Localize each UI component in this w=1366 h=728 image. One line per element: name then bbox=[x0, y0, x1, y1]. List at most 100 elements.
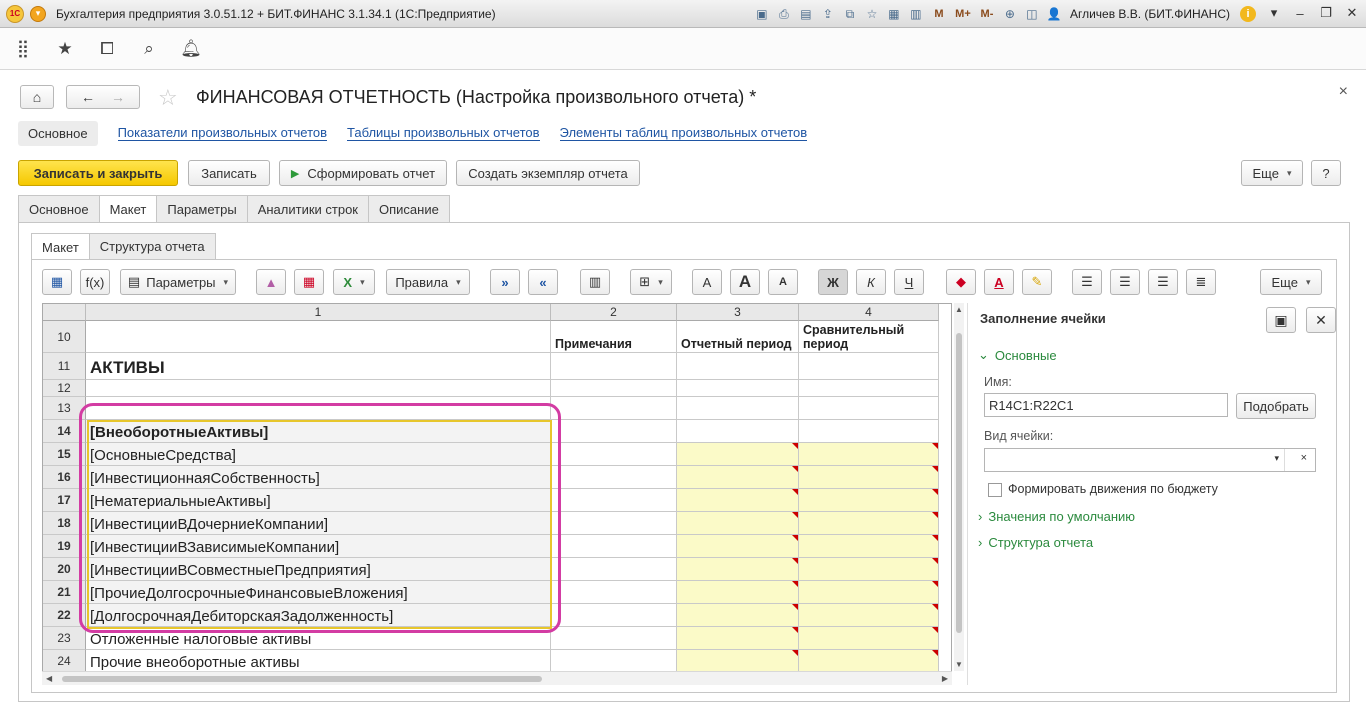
upload-icon[interactable]: ⇪ bbox=[818, 4, 838, 24]
row-header-16[interactable]: 16 bbox=[43, 466, 86, 489]
row-header-17[interactable]: 17 bbox=[43, 489, 86, 512]
cell-r23c4[interactable] bbox=[799, 627, 939, 650]
cell-r12c4[interactable] bbox=[799, 380, 939, 397]
history-icon[interactable]: ⧠ bbox=[96, 38, 118, 60]
calendar-icon[interactable]: ▥ bbox=[906, 4, 926, 24]
row-header-11[interactable]: 11 bbox=[43, 353, 86, 380]
name-field[interactable]: R14C1:R22C1 bbox=[984, 393, 1228, 417]
memory-plus-button[interactable]: M+ bbox=[952, 4, 974, 24]
create-instance-button[interactable]: Создать экземпляр отчета bbox=[456, 160, 640, 186]
cell-r24c3[interactable] bbox=[677, 650, 799, 673]
cell-r21c3[interactable] bbox=[677, 581, 799, 604]
cell-r19c1[interactable]: [ИнвестицииВЗависимыеКомпании] bbox=[86, 535, 551, 558]
memory-minus-button[interactable]: M- bbox=[976, 4, 998, 24]
row-header-21[interactable]: 21 bbox=[43, 581, 86, 604]
row-header-10[interactable]: 10 bbox=[43, 321, 86, 353]
cell-r17c2[interactable] bbox=[551, 489, 677, 512]
cell-r24c2[interactable] bbox=[551, 650, 677, 673]
expand-right-icon[interactable]: » bbox=[490, 269, 520, 295]
back-arrow-icon[interactable]: ← bbox=[81, 89, 95, 105]
link-icon[interactable]: ⧉ bbox=[840, 4, 860, 24]
budget-checkbox[interactable] bbox=[988, 483, 1002, 497]
cell-r17c4[interactable] bbox=[799, 489, 939, 512]
cell-r16c2[interactable] bbox=[551, 466, 677, 489]
align-center-icon[interactable]: ☰ bbox=[1110, 269, 1140, 295]
tab-layout[interactable]: Макет bbox=[98, 195, 158, 223]
user-name[interactable]: Агличев В.В. (БИТ.ФИНАНС) bbox=[1070, 7, 1230, 21]
toolbar-more-button[interactable]: Еще ▾ bbox=[1260, 269, 1322, 295]
cell-r16c1[interactable]: [ИнвестиционнаяСобственность] bbox=[86, 466, 551, 489]
save-cell-icon[interactable]: ▣ bbox=[1266, 307, 1296, 333]
cell-r13c4[interactable] bbox=[799, 397, 939, 420]
cell-r12c2[interactable] bbox=[551, 380, 677, 397]
cell-r14c3[interactable] bbox=[677, 420, 799, 443]
font-icon[interactable]: A bbox=[692, 269, 722, 295]
row-header-13[interactable]: 13 bbox=[43, 397, 86, 420]
row-header-15[interactable]: 15 bbox=[43, 443, 86, 466]
cell-notes-header[interactable]: Примечания bbox=[551, 321, 677, 353]
cell-r24c4[interactable] bbox=[799, 650, 939, 673]
section-link-tables[interactable]: Таблицы произвольных отчетов bbox=[347, 126, 540, 141]
home-button[interactable]: ⌂ bbox=[20, 85, 54, 109]
tab-description[interactable]: Описание bbox=[368, 195, 450, 222]
excel-delete-icon[interactable]: ▦ bbox=[294, 269, 324, 295]
cell-r20c1[interactable]: [ИнвестицииВСовместныеПредприятия] bbox=[86, 558, 551, 581]
favorites-icon[interactable]: ☆ bbox=[862, 4, 882, 24]
cell-r16c3[interactable] bbox=[677, 466, 799, 489]
row-header-24[interactable]: 24 bbox=[43, 650, 86, 673]
cell-r20c2[interactable] bbox=[551, 558, 677, 581]
cell-r16c4[interactable] bbox=[799, 466, 939, 489]
pick-button[interactable]: Подобрать bbox=[1236, 393, 1316, 419]
horizontal-scroll-thumb[interactable] bbox=[62, 676, 542, 682]
panel-close-icon[interactable]: ✕ bbox=[1306, 307, 1336, 333]
underline-button[interactable]: Ч bbox=[894, 269, 924, 295]
cell-r21c1[interactable]: [ПрочиеДолгосрочныеФинансовыеВложения] bbox=[86, 581, 551, 604]
wizard-icon[interactable]: ▲ bbox=[256, 269, 286, 295]
info-icon[interactable]: i bbox=[1240, 6, 1256, 22]
notifications-bell-icon[interactable]: 🔔︎ bbox=[180, 38, 202, 60]
horizontal-scrollbar[interactable]: ◀ ▶ bbox=[42, 671, 952, 685]
cell-r22c2[interactable] bbox=[551, 604, 677, 627]
column-header-2[interactable]: 2 bbox=[551, 304, 677, 321]
sections-grid-icon[interactable]: ⣿ bbox=[12, 38, 34, 60]
cell-r12c3[interactable] bbox=[677, 380, 799, 397]
cell-r14c2[interactable] bbox=[551, 420, 677, 443]
font-bigger-icon[interactable]: A bbox=[730, 269, 760, 295]
font-smaller-icon[interactable]: A bbox=[768, 269, 798, 295]
column-header-3[interactable]: 3 bbox=[677, 304, 799, 321]
cell-type-field[interactable]: ▾ × bbox=[984, 448, 1316, 472]
cell-r14c1[interactable]: [ВнеоборотныеАктивы] bbox=[86, 420, 551, 443]
align-left-icon[interactable]: ☰ bbox=[1072, 269, 1102, 295]
cell-r12c1[interactable] bbox=[86, 380, 551, 397]
cell-r11c1[interactable]: АКТИВЫ bbox=[86, 353, 551, 380]
cell-r15c3[interactable] bbox=[677, 443, 799, 466]
back-forward-buttons[interactable]: ← → bbox=[66, 85, 140, 109]
spreadsheet[interactable]: 1 2 3 4 10 Примечания Отчетный период Ср… bbox=[42, 303, 952, 685]
align-justify-icon[interactable]: ≣ bbox=[1186, 269, 1216, 295]
row-header-19[interactable]: 19 bbox=[43, 535, 86, 558]
parameters-dropdown[interactable]: ▤ Параметры ▾ bbox=[120, 269, 236, 295]
group-main[interactable]: ⌄ Основные bbox=[978, 347, 1057, 363]
minimize-icon[interactable]: – bbox=[1292, 4, 1308, 22]
vertical-scroll-thumb[interactable] bbox=[956, 333, 962, 633]
panels-icon[interactable]: ◫ bbox=[1022, 4, 1042, 24]
borders-dropdown[interactable]: ⊞ ▾ bbox=[630, 269, 672, 295]
highlight-pen-icon[interactable]: ✎ bbox=[1022, 269, 1052, 295]
generate-report-button[interactable]: ▶ Сформировать отчет bbox=[279, 160, 447, 186]
align-right-icon[interactable]: ☰ bbox=[1148, 269, 1178, 295]
cell-r17c3[interactable] bbox=[677, 489, 799, 512]
cell-r15c2[interactable] bbox=[551, 443, 677, 466]
row-header-12[interactable]: 12 bbox=[43, 380, 86, 397]
cell-r19c3[interactable] bbox=[677, 535, 799, 558]
scroll-up-icon[interactable]: ▲ bbox=[955, 305, 963, 314]
scroll-down-icon[interactable]: ▼ bbox=[955, 660, 963, 669]
row-header-14[interactable]: 14 bbox=[43, 420, 86, 443]
formula-button[interactable]: f(x) bbox=[80, 269, 110, 295]
row-header-22[interactable]: 22 bbox=[43, 604, 86, 627]
cell-r15c1[interactable]: [ОсновныеСредства] bbox=[86, 443, 551, 466]
zoom-icon[interactable]: ⊕ bbox=[1000, 4, 1020, 24]
cell-r11c4[interactable] bbox=[799, 353, 939, 380]
section-link-table-elements[interactable]: Элементы таблиц произвольных отчетов bbox=[559, 126, 808, 141]
text-color-icon[interactable]: A bbox=[984, 269, 1014, 295]
print-icon[interactable]: ⎙ bbox=[774, 4, 794, 24]
